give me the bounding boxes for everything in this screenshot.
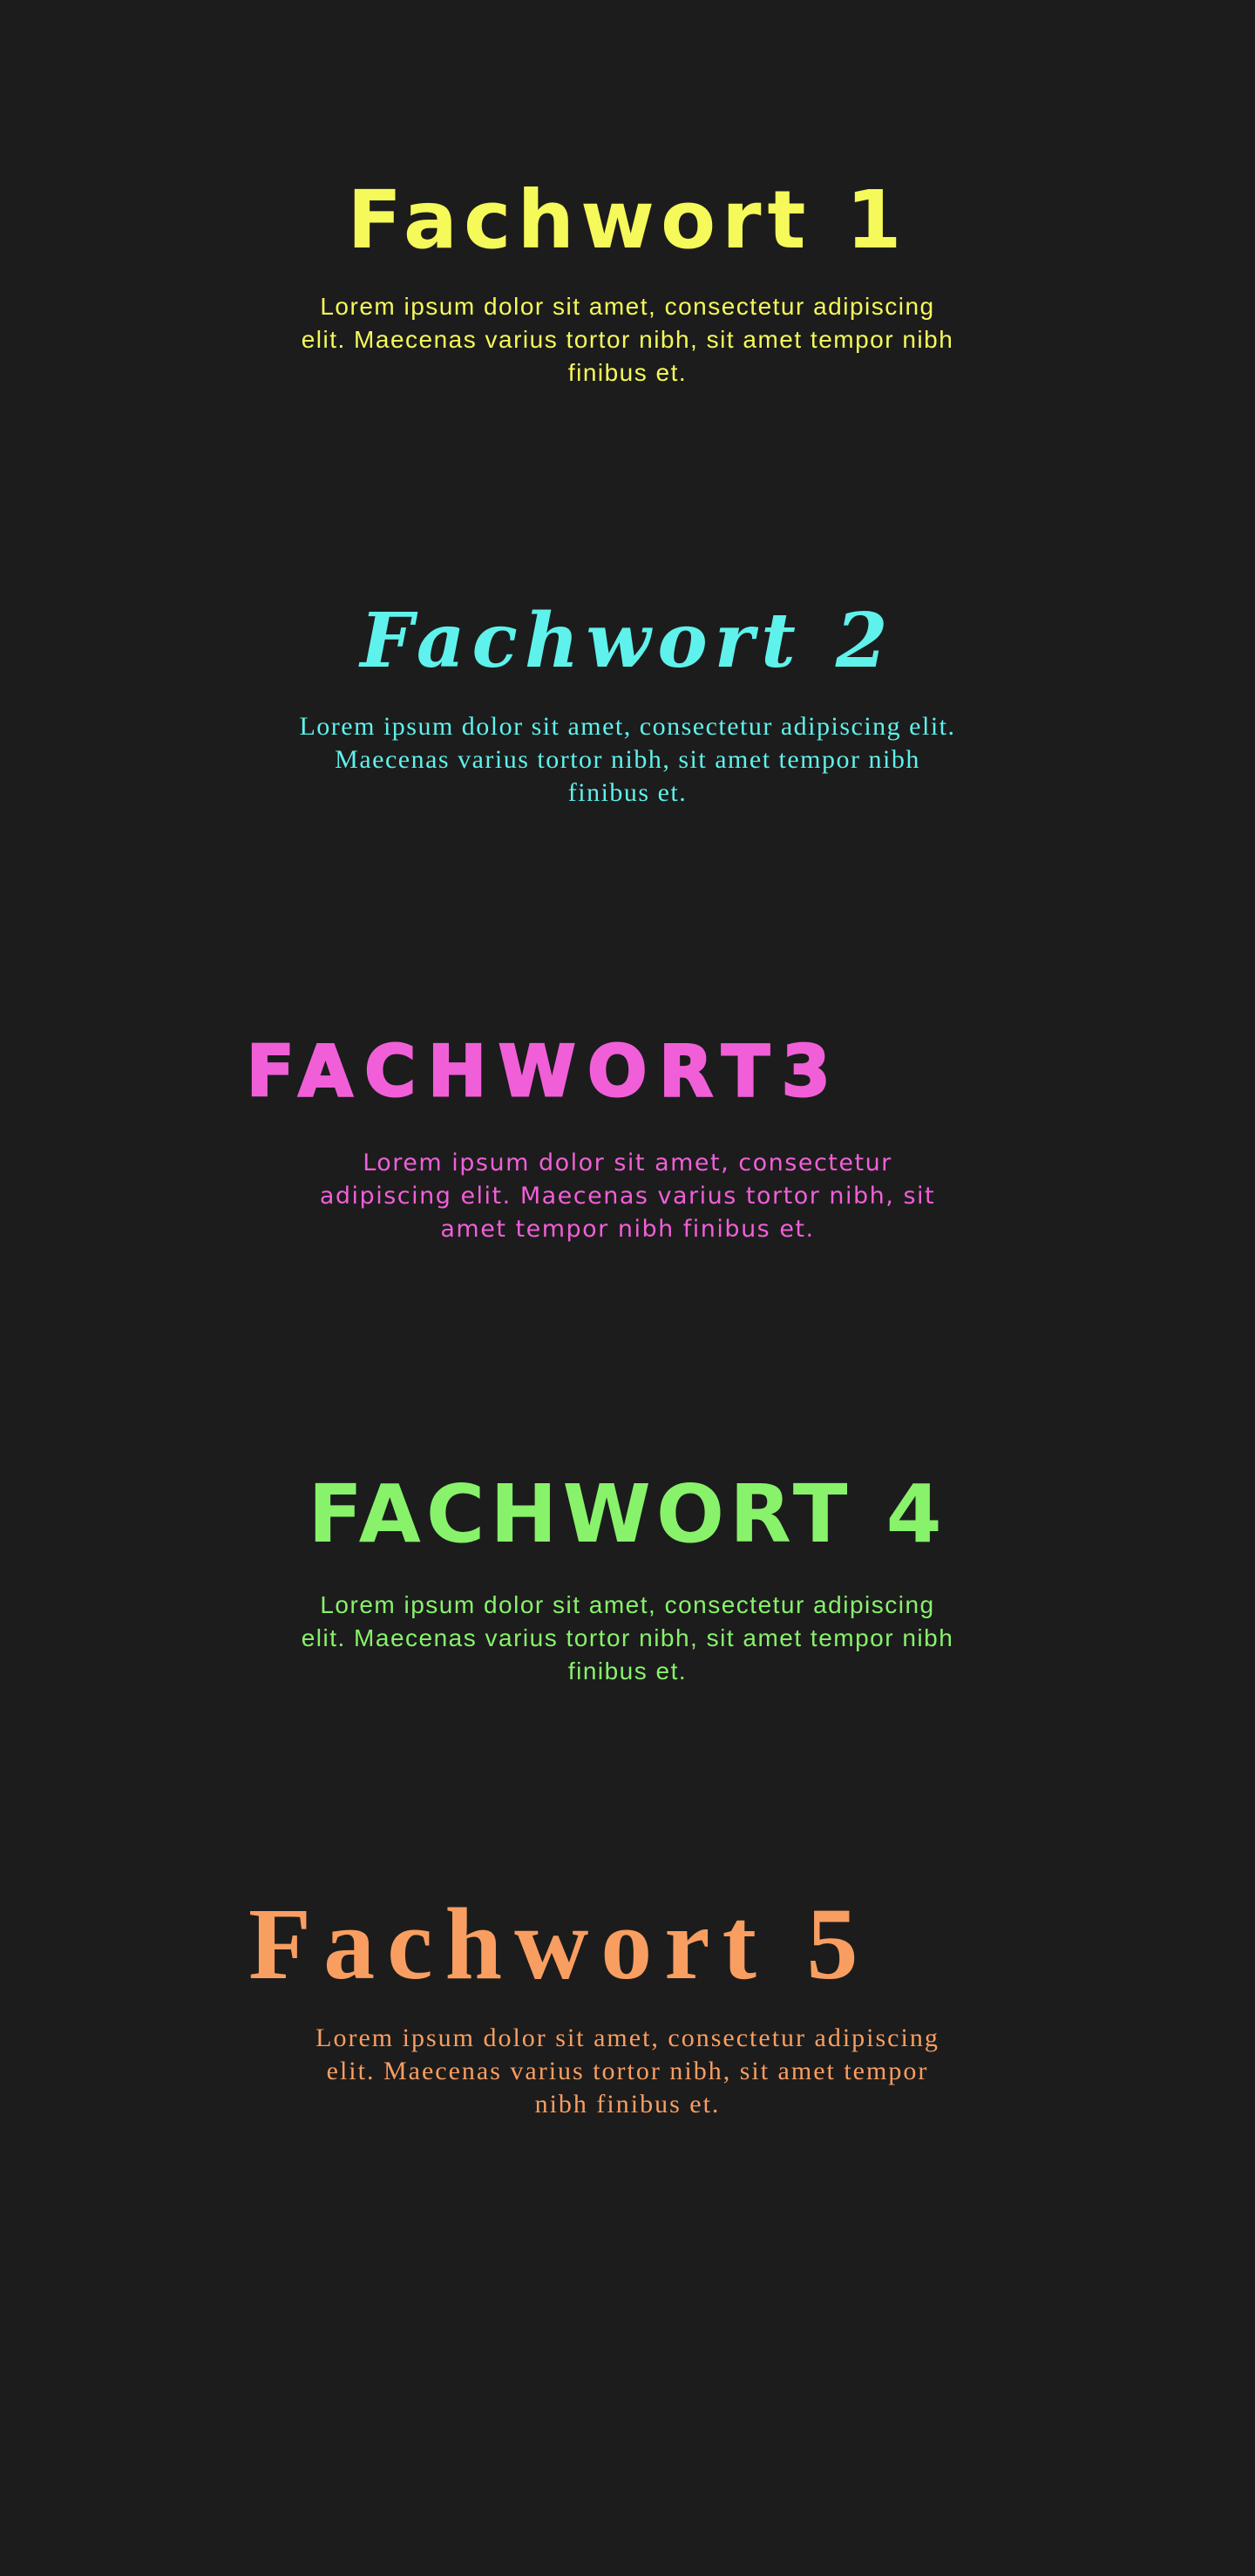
term-description-5: Lorem ipsum dolor sit amet, consectetur … [315,2024,940,2118]
term-title-4: FACHWORT 4 [308,1468,947,1561]
term-description-3: Lorem ipsum dolor sit amet, consectetur … [319,1149,936,1243]
term-title-3: FACHWORT3 [246,1031,843,1112]
term-description-4: Lorem ipsum dolor sit amet, consectetur … [301,1591,954,1685]
term-description-2: Lorem ipsum dolor sit amet, consectetur … [299,712,956,807]
term-title-1: Fachwort 1 [347,173,908,267]
term-title-2: Fachwort 2 [360,597,895,685]
term-description-1: Lorem ipsum dolor sit amet, consectetur … [301,293,954,386]
term-title-5: Fachwort 5 [248,1887,871,2001]
